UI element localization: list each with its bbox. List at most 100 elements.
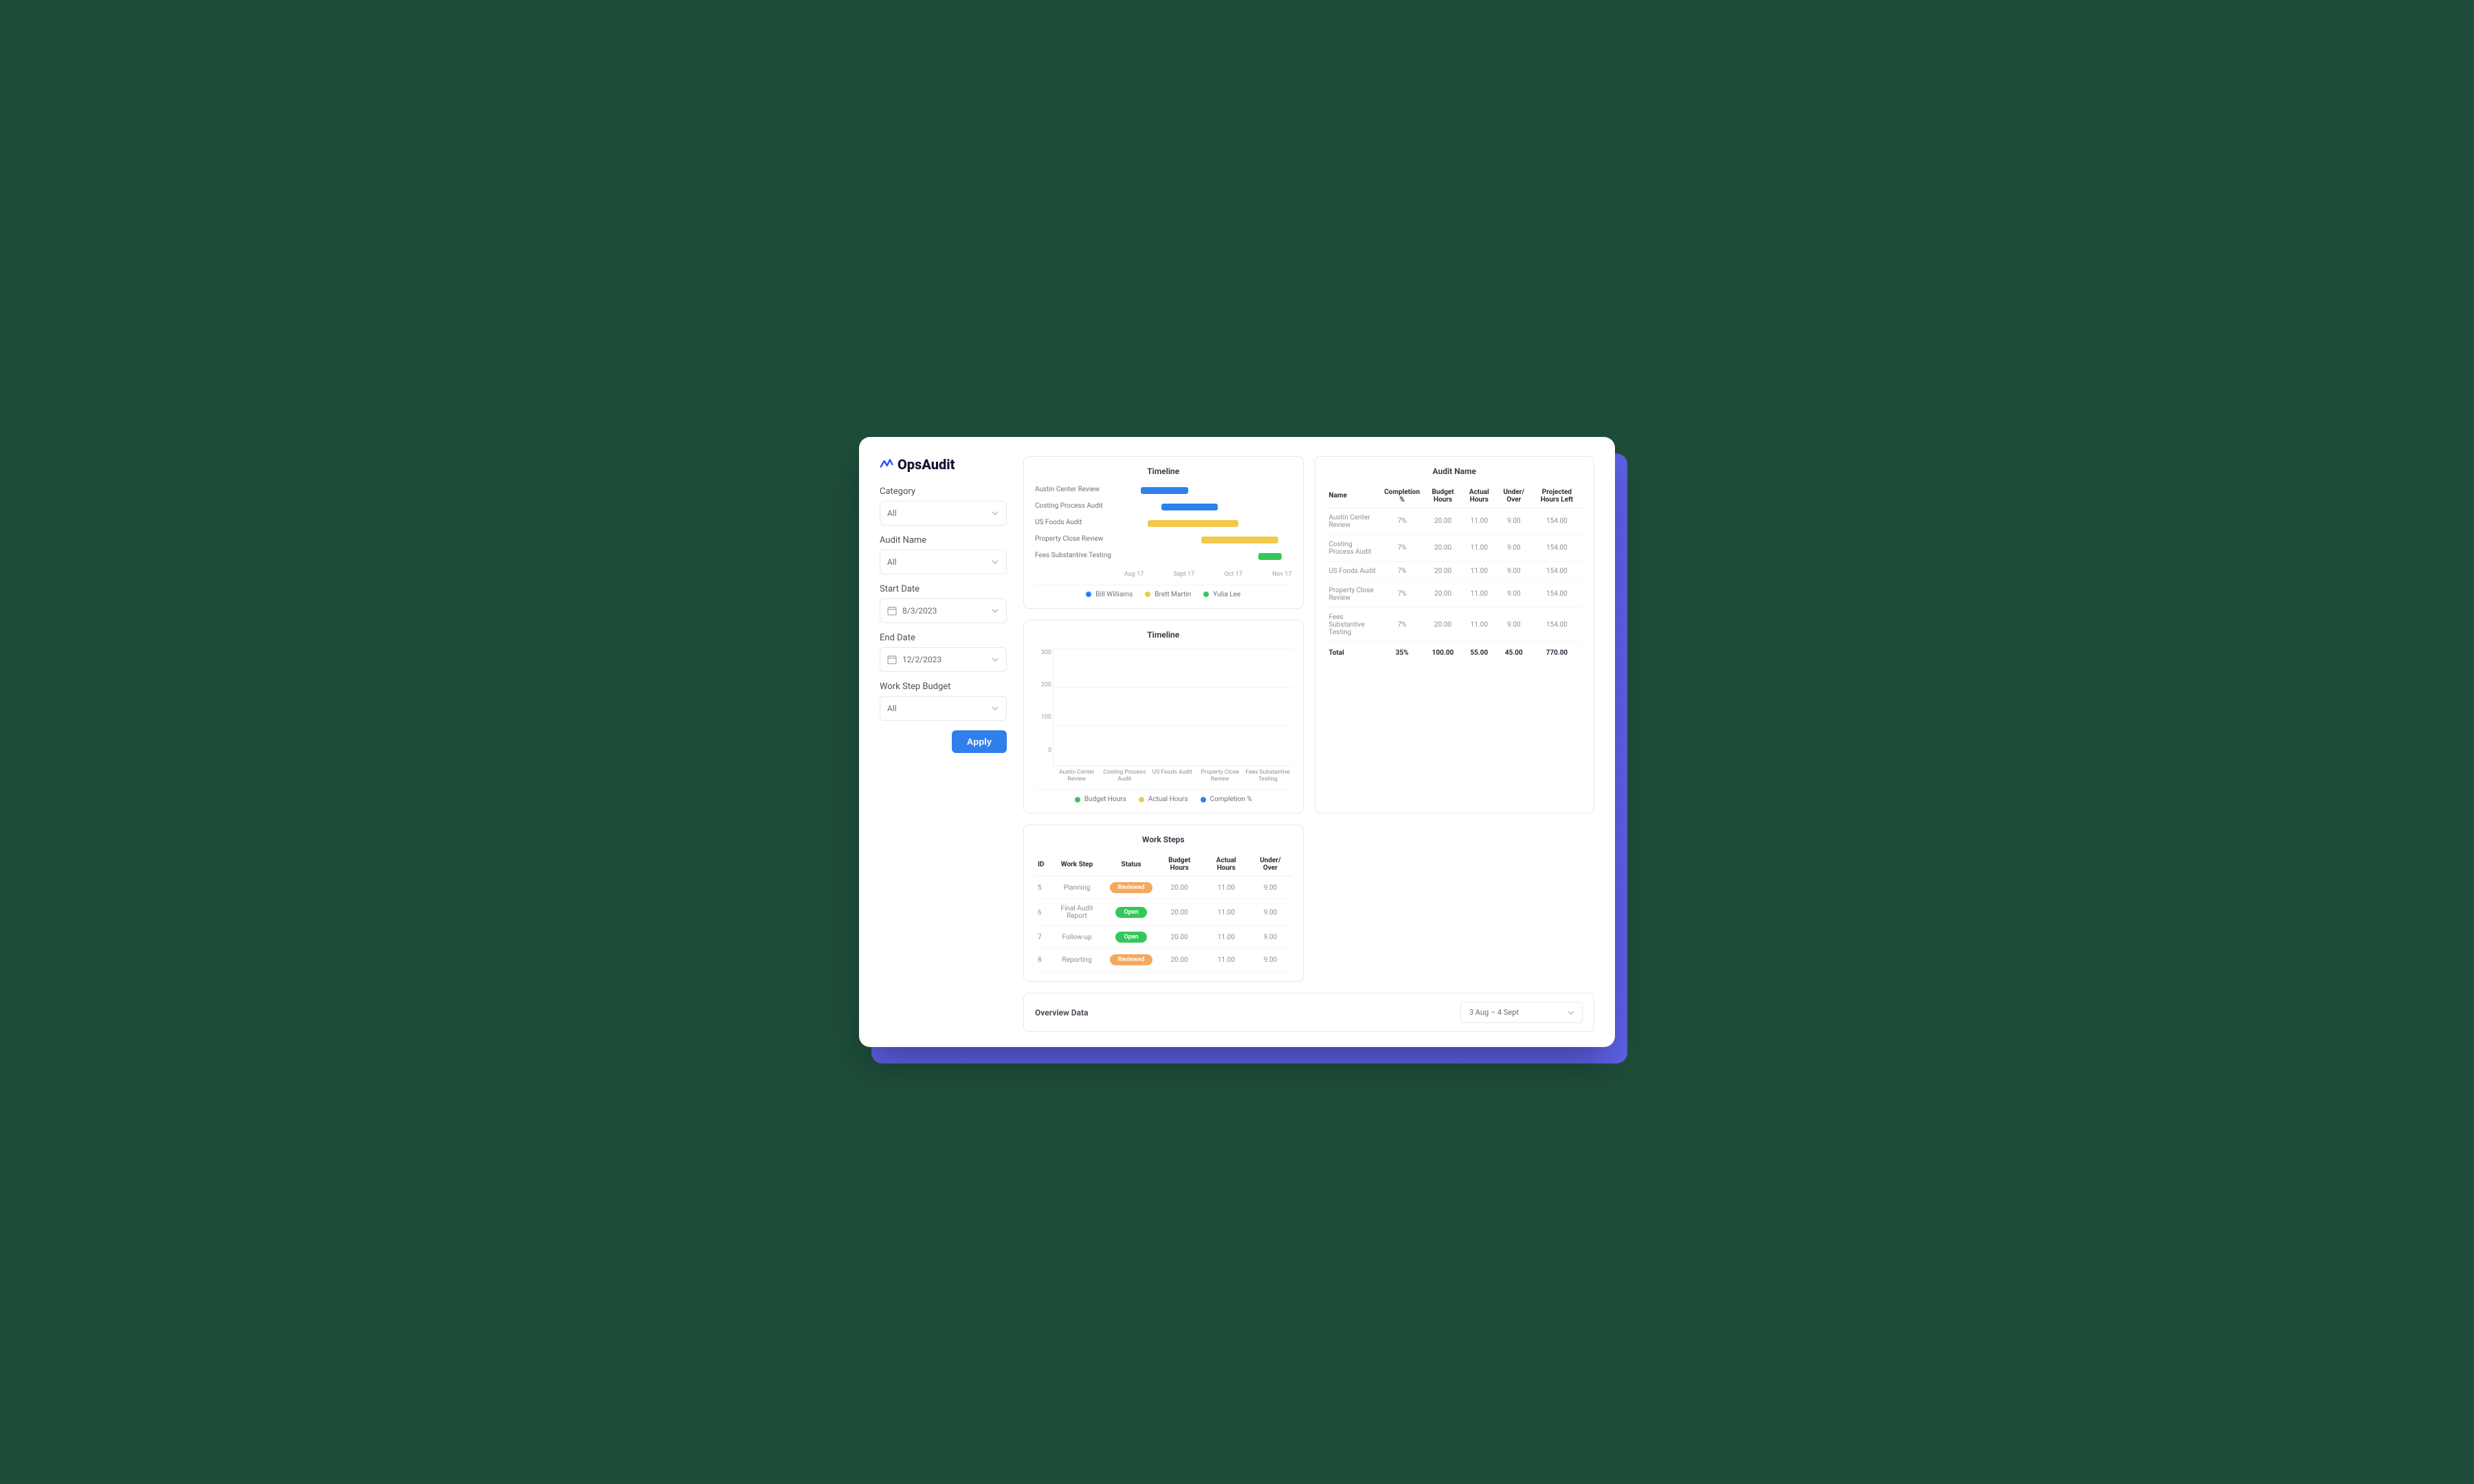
gantt-chart: Austin Center ReviewCosting Process Audi… bbox=[1035, 486, 1292, 578]
table-cell: 20.00 bbox=[1155, 877, 1203, 899]
table-cell: Open bbox=[1107, 926, 1156, 949]
chevron-down-icon bbox=[1567, 1009, 1575, 1017]
table-cell: Fees Substantive Testing bbox=[1326, 607, 1380, 642]
table-cell: 9.00 bbox=[1497, 535, 1531, 561]
table-header: Completion % bbox=[1380, 484, 1425, 508]
table-cell: Follow-up bbox=[1047, 926, 1106, 949]
table-header: ID bbox=[1035, 853, 1047, 877]
table-row: 8ReportingReviewed20.0011.009.00 bbox=[1035, 949, 1292, 971]
table-cell: Open bbox=[1107, 899, 1156, 926]
table-header: Projected Hours Left bbox=[1531, 484, 1583, 508]
table-cell: 6 bbox=[1035, 899, 1047, 926]
audit-table-total: Total35%100.0055.0045.00770.00 bbox=[1326, 642, 1583, 664]
table-cell: 9.00 bbox=[1249, 899, 1291, 926]
table-header: Budget Hours bbox=[1424, 484, 1461, 508]
table-cell: 9.00 bbox=[1497, 508, 1531, 535]
gantt-row-label: Costing Process Audit bbox=[1035, 502, 1124, 512]
audit-name-select[interactable]: All bbox=[880, 550, 1007, 574]
legend-dot-icon bbox=[1086, 592, 1091, 597]
work-step-budget-value: All bbox=[887, 704, 897, 713]
legend-item: Yulia Lee bbox=[1203, 591, 1240, 598]
brand-logo-icon bbox=[880, 458, 893, 471]
gantt-track bbox=[1124, 519, 1292, 528]
chevron-down-icon bbox=[991, 607, 999, 615]
legend-item: Brett Martin bbox=[1145, 591, 1191, 598]
table-cell: Reporting bbox=[1047, 949, 1106, 971]
work-steps-title: Work Steps bbox=[1035, 835, 1292, 844]
overview-range-select[interactable]: 3 Aug – 4 Sept bbox=[1460, 1002, 1583, 1023]
work-steps-card: Work Steps IDWork StepStatusBudget Hours… bbox=[1023, 824, 1304, 982]
gantt-bar bbox=[1201, 537, 1278, 543]
table-cell: 9.00 bbox=[1497, 561, 1531, 581]
bar-grid bbox=[1054, 649, 1292, 765]
gantt-row-label: US Foods Audit bbox=[1035, 519, 1124, 528]
table-total-cell: 100.00 bbox=[1424, 642, 1461, 664]
status-badge: Open bbox=[1115, 907, 1146, 918]
bar-xlabels: Austin Center ReviewCosting Process Audi… bbox=[1053, 769, 1292, 783]
audit-name-label: Audit Name bbox=[880, 535, 1007, 546]
table-cell: 20.00 bbox=[1424, 508, 1461, 535]
start-date-input[interactable]: 8/3/2023 bbox=[880, 598, 1007, 623]
table-cell: Reviewed bbox=[1107, 877, 1156, 899]
table-cell: 7% bbox=[1380, 607, 1425, 642]
gantt-bar bbox=[1258, 553, 1282, 560]
bar-plot bbox=[1053, 649, 1292, 766]
start-date-value: 8/3/2023 bbox=[902, 606, 985, 616]
timeline-gantt-card: Timeline Austin Center ReviewCosting Pro… bbox=[1023, 456, 1304, 609]
table-row: Property Close Review7%20.0011.009.00154… bbox=[1326, 581, 1583, 607]
gantt-bar bbox=[1148, 520, 1238, 527]
table-cell: 154.00 bbox=[1531, 607, 1583, 642]
brand-name: OpsAudit bbox=[898, 456, 955, 473]
table-cell: Final Audit Report bbox=[1047, 899, 1106, 926]
category-value: All bbox=[887, 508, 897, 518]
overview-range-value: 3 Aug – 4 Sept bbox=[1469, 1008, 1519, 1017]
chevron-down-icon bbox=[991, 704, 999, 712]
table-row: Costing Process Audit7%20.0011.009.00154… bbox=[1326, 535, 1583, 561]
table-row: 7Follow-upOpen20.0011.009.00 bbox=[1035, 926, 1292, 949]
gantt-bar bbox=[1161, 504, 1218, 510]
bar-chart: 3002001000 bbox=[1035, 649, 1292, 766]
calendar-icon bbox=[887, 606, 897, 616]
table-row: 6Final Audit Report Open 20.0011.009.00 bbox=[1035, 899, 1292, 926]
chevron-down-icon bbox=[991, 558, 999, 566]
work-steps-header: IDWork StepStatusBudget HoursActual Hour… bbox=[1035, 853, 1292, 877]
app-window: OpsAudit Category All Audit Name All bbox=[859, 437, 1615, 1047]
table-header: Under/ Over bbox=[1249, 853, 1291, 877]
table-row: 5PlanningReviewed20.0011.009.00 bbox=[1035, 877, 1292, 899]
apply-button[interactable]: Apply bbox=[952, 730, 1007, 753]
table-cell: 20.00 bbox=[1424, 535, 1461, 561]
start-date-label: Start Date bbox=[880, 584, 1007, 594]
legend-dot-icon bbox=[1139, 797, 1144, 802]
table-cell: Costing Process Audit bbox=[1326, 535, 1380, 561]
table-cell: 154.00 bbox=[1531, 535, 1583, 561]
audit-table-title: Audit Name bbox=[1326, 466, 1583, 476]
table-row: US Foods Audit7%20.0011.009.00154.00 bbox=[1326, 561, 1583, 581]
main-content: Timeline Austin Center ReviewCosting Pro… bbox=[1023, 456, 1594, 1032]
table-cell: Austin Center Review bbox=[1326, 508, 1380, 535]
table-cell: 11.00 bbox=[1203, 926, 1249, 949]
legend-dot-icon bbox=[1203, 592, 1209, 597]
table-cell: 7% bbox=[1380, 581, 1425, 607]
table-cell: 11.00 bbox=[1462, 508, 1497, 535]
chevron-down-icon bbox=[991, 509, 999, 517]
bar-yaxis: 3002001000 bbox=[1035, 649, 1051, 754]
table-cell: 11.00 bbox=[1203, 899, 1249, 926]
end-date-input[interactable]: 12/2/2023 bbox=[880, 647, 1007, 672]
table-total-cell: 35% bbox=[1380, 642, 1425, 664]
table-cell: 20.00 bbox=[1155, 949, 1203, 971]
gantt-row-label: Fees Substantive Testing bbox=[1035, 552, 1124, 561]
legend-item: Completion % bbox=[1201, 796, 1252, 803]
end-date-label: End Date bbox=[880, 633, 1007, 643]
table-cell: 20.00 bbox=[1155, 899, 1203, 926]
chevron-down-icon bbox=[991, 655, 999, 664]
table-cell: 5 bbox=[1035, 877, 1047, 899]
work-step-budget-label: Work Step Budget bbox=[880, 682, 1007, 692]
table-cell: 9.00 bbox=[1249, 949, 1291, 971]
category-select[interactable]: All bbox=[880, 501, 1007, 526]
legend-item: Actual Hours bbox=[1139, 796, 1188, 803]
audit-name-card: Audit Name NameCompletion %Budget HoursA… bbox=[1315, 456, 1595, 813]
work-step-budget-select[interactable]: All bbox=[880, 696, 1007, 721]
table-cell: 8 bbox=[1035, 949, 1047, 971]
timeline-bar-card: Timeline 3002001000 Austin Center Review… bbox=[1023, 620, 1304, 813]
table-header: Actual Hours bbox=[1462, 484, 1497, 508]
